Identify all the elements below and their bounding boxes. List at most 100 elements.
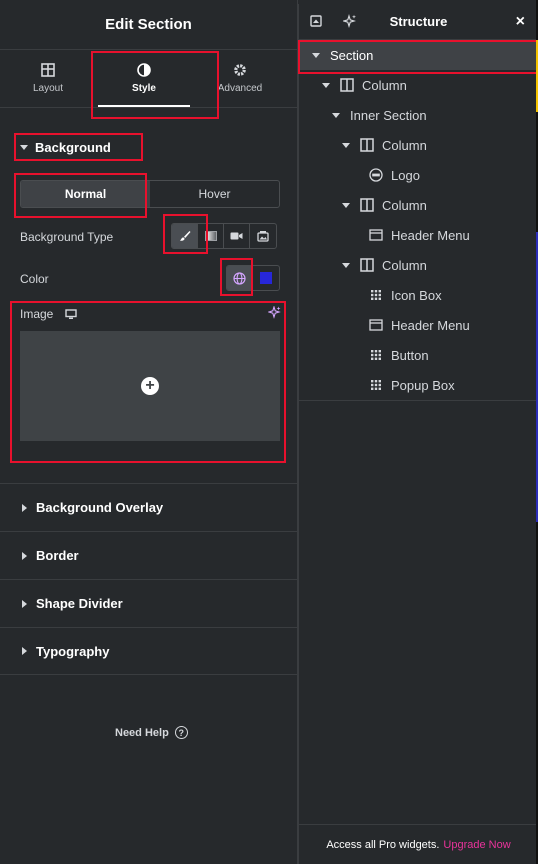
- image-upload-area[interactable]: +: [20, 331, 280, 441]
- section-border-title: Border: [36, 548, 79, 563]
- need-help-link[interactable]: Need Help ?: [115, 726, 188, 739]
- caret-right-icon: [22, 551, 27, 560]
- tree-item-label: Section: [330, 47, 374, 63]
- layout-icon: [41, 63, 55, 77]
- tab-layout[interactable]: Layout: [0, 50, 96, 107]
- tree-item-label: Header Menu: [391, 317, 470, 333]
- close-icon[interactable]: ×: [516, 13, 525, 31]
- caret-down-icon: [20, 145, 28, 150]
- panel-title: Edit Section: [0, 0, 297, 50]
- grid-icon: [371, 290, 381, 300]
- upgrade-now-link[interactable]: Upgrade Now: [443, 839, 510, 851]
- column-icon: [340, 78, 354, 92]
- structure-panel: Structure × Section Column Inner Section…: [298, 4, 538, 864]
- caret-down-icon: [332, 112, 340, 118]
- section-background-overlay[interactable]: Background Overlay: [0, 483, 298, 531]
- tab-advanced-label: Advanced: [217, 83, 263, 94]
- structure-footer: Access all Pro widgets. Upgrade Now: [299, 824, 538, 864]
- tree-item-column[interactable]: Column: [299, 190, 538, 220]
- background-type-label: Background Type: [20, 230, 114, 244]
- grid-icon: [371, 380, 381, 390]
- section-border[interactable]: Border: [0, 531, 298, 579]
- tree-item-label: Popup Box: [391, 377, 455, 393]
- background-section-toggle[interactable]: Background: [20, 140, 111, 155]
- column-icon: [360, 198, 374, 212]
- tab-advanced[interactable]: Advanced: [192, 50, 288, 107]
- tree-item-label: Column: [362, 77, 407, 93]
- section-background-overlay-title: Background Overlay: [36, 500, 164, 515]
- state-switch: Normal Hover: [20, 180, 280, 208]
- section-typography[interactable]: Typography: [0, 627, 298, 675]
- active-tab-indicator: [98, 105, 190, 107]
- tree-item-section[interactable]: Section: [299, 40, 538, 70]
- tree-item-header-menu[interactable]: Header Menu: [299, 220, 538, 250]
- tree-item-label: Header Menu: [391, 227, 470, 243]
- section-shape-divider-title: Shape Divider: [36, 596, 123, 611]
- slideshow-icon: [257, 231, 269, 242]
- tree-item-logo[interactable]: Logo: [299, 160, 538, 190]
- ai-sparkle-icon[interactable]: [268, 306, 281, 319]
- desktop-icon[interactable]: [65, 308, 78, 320]
- color-controls: [226, 265, 280, 291]
- tree-item-label: Column: [382, 137, 427, 153]
- caret-down-icon: [342, 142, 350, 148]
- edit-section-panel: Edit Section Layout Style Advanced Backg…: [0, 0, 298, 864]
- image-row: Image: [20, 307, 78, 321]
- background-type-choices: [171, 223, 277, 249]
- tree-item-button[interactable]: Button: [299, 340, 538, 370]
- globe-icon: [233, 271, 246, 285]
- caret-right-icon: [22, 647, 27, 655]
- structure-header: Structure ×: [299, 4, 538, 40]
- caret-right-icon: [22, 503, 27, 512]
- tree-item-column[interactable]: Column: [299, 130, 538, 160]
- tree-item-label: Logo: [391, 167, 420, 183]
- color-swatch-fill: [260, 272, 272, 284]
- caret-down-icon: [322, 82, 330, 88]
- need-help-label: Need Help: [115, 726, 169, 739]
- gradient-icon: [204, 231, 217, 241]
- tree-item-popup-box[interactable]: Popup Box: [299, 370, 538, 400]
- header-menu-icon: [369, 229, 383, 241]
- tree-item-icon-box[interactable]: Icon Box: [299, 280, 538, 310]
- color-swatch[interactable]: [253, 266, 279, 290]
- contrast-icon: [137, 63, 151, 77]
- gradient-button[interactable]: [198, 224, 224, 248]
- add-image-icon: +: [141, 377, 159, 395]
- tree-item-label: Column: [382, 197, 427, 213]
- video-icon: [230, 232, 243, 240]
- tree-item-column[interactable]: Column: [299, 70, 538, 100]
- structure-title: Structure: [389, 14, 448, 29]
- gear-icon: [234, 64, 246, 76]
- caret-down-icon: [342, 262, 350, 268]
- state-tab-normal[interactable]: Normal: [21, 181, 150, 207]
- help-icon: ?: [174, 726, 188, 739]
- column-icon: [360, 258, 374, 272]
- state-tab-hover[interactable]: Hover: [150, 181, 279, 207]
- tab-style[interactable]: Style: [96, 50, 192, 107]
- tab-style-label: Style: [132, 83, 156, 94]
- global-colors-button[interactable]: [227, 266, 253, 290]
- tree-divider: [299, 400, 538, 401]
- caret-down-icon: [342, 202, 350, 208]
- brush-icon: [179, 231, 190, 241]
- footer-text: Access all Pro widgets.: [326, 838, 440, 851]
- tree-item-inner-section[interactable]: Inner Section: [299, 100, 538, 130]
- classic-brush-button[interactable]: [172, 224, 198, 248]
- slideshow-button[interactable]: [250, 224, 276, 248]
- tree-item-label: Icon Box: [391, 287, 442, 303]
- color-label: Color: [20, 272, 49, 286]
- tree-item-label: Inner Section: [350, 107, 427, 123]
- tree-item-column[interactable]: Column: [299, 250, 538, 280]
- tab-layout-label: Layout: [32, 83, 64, 94]
- tree-item-label: Column: [382, 257, 427, 273]
- video-button[interactable]: [224, 224, 250, 248]
- column-icon: [360, 138, 374, 152]
- panel-tabs: Layout Style Advanced: [0, 50, 297, 108]
- section-shape-divider[interactable]: Shape Divider: [0, 579, 298, 627]
- image-label: Image: [20, 307, 54, 321]
- background-section-title: Background: [35, 140, 111, 155]
- header-menu-icon: [369, 319, 383, 331]
- section-typography-title: Typography: [36, 643, 110, 659]
- tree-item-header-menu[interactable]: Header Menu: [299, 310, 538, 340]
- caret-right-icon: [22, 599, 27, 608]
